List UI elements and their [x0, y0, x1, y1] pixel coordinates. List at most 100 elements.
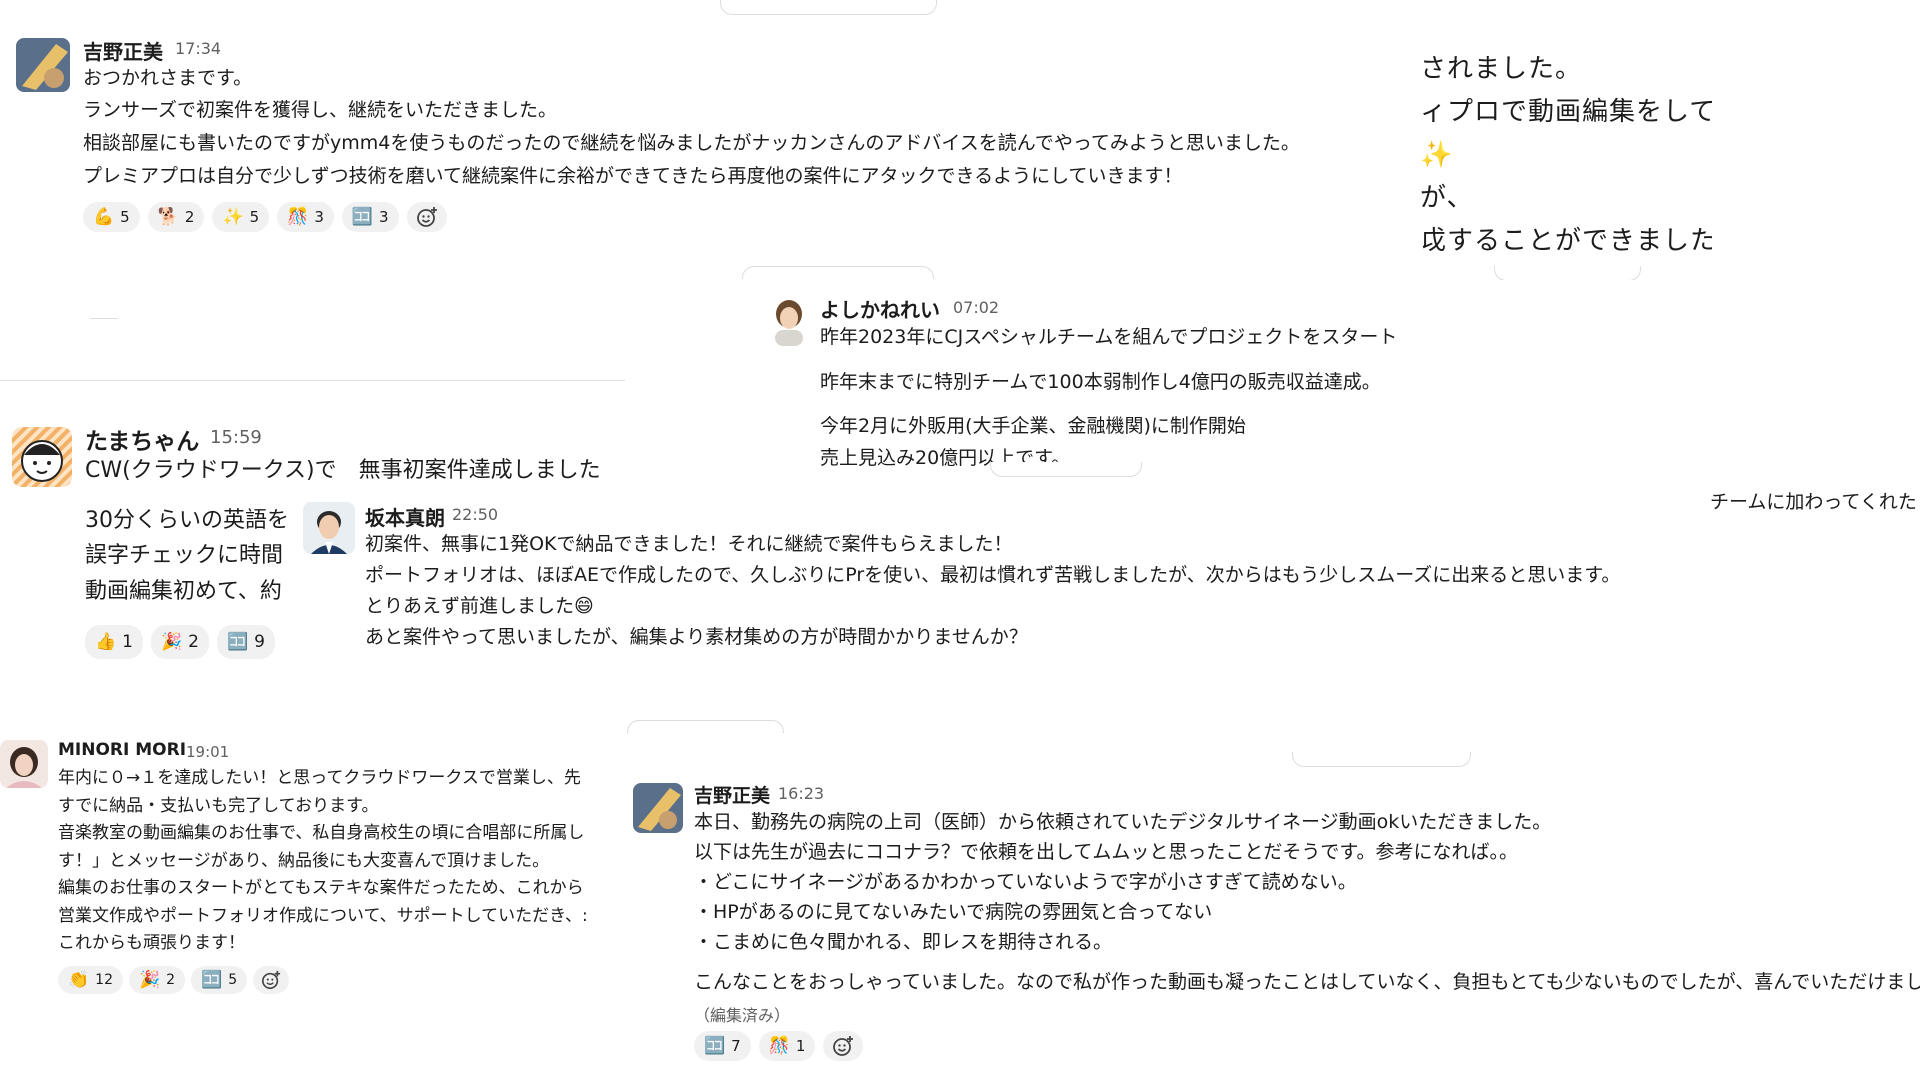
message-line: 今年2月に外販用(大手企業、金融機関)に制作開始 [820, 415, 1246, 437]
message-line: 営業文作成やポートフォリオ作成について、サポートしていただき、: [58, 906, 588, 926]
message-fragment-right: チームに加わってくれた [1700, 488, 1920, 518]
reaction-bar: 👏 12 🎉 2 🈁 5 [58, 966, 290, 994]
reaction-emoji: 👏 [68, 970, 90, 990]
divider [90, 318, 118, 319]
reaction-count: 5 [120, 208, 130, 226]
message-line: あと案件やって思いましたが、編集より素材集めの方が時間かかりませんか？ [365, 626, 1028, 648]
message-separator [990, 462, 1142, 477]
message-line: ・HPがあるのに見てないみたいで病院の雰囲気と合ってない [694, 901, 1213, 923]
message-line: ・こまめに色々聞かれる、即レスを期待される。 [694, 931, 1113, 953]
message-line: 昨年末までに特別チームで100本弱制作し4億円の販売収益達成。 [820, 371, 1381, 393]
add-reaction-button[interactable] [406, 202, 447, 232]
message-line: ポートフォリオは、ほぼAEで作成したので、久しぶりにPrを使い、最初は慣れず苦戦… [365, 564, 1621, 586]
sender-name[interactable]: 坂本真朗 [365, 502, 445, 531]
message-line: とりあえず前進しました😄 [365, 595, 594, 617]
message-line: 動画編集初めて、約 [85, 579, 282, 604]
reaction-emoji: ✨ [222, 207, 244, 227]
message-line: 昨年2023年にCJスペシャルチームを組んでプロジェクトをスタート [820, 326, 1398, 348]
reaction-emoji: 🈁 [704, 1036, 726, 1056]
divider [0, 380, 625, 381]
timestamp[interactable]: 16:23 [778, 784, 824, 803]
reaction-pill[interactable]: 🈁 5 [191, 966, 248, 994]
message-line: 本日、勤務先の病院の上司（医師）から依頼されていたデジタルサイネージ動画okいた… [694, 811, 1552, 833]
reaction-emoji: 🈁 [351, 207, 374, 227]
reaction-count: 3 [314, 208, 324, 226]
avatar[interactable] [12, 427, 72, 487]
message-minori-1901: MINORI MORI 19:01 年内に０→１を達成したい！と思ってクラウドワ… [0, 730, 612, 1020]
timestamp[interactable]: 22:50 [452, 505, 498, 524]
message-fragment-top-right: されました。 ィプロで動画編集をして、 ✨ が、 戉することができました。 [1412, 30, 1712, 280]
reaction-pill[interactable]: 🐕 2 [147, 202, 205, 232]
avatar-image [303, 502, 355, 554]
sender-name[interactable]: たまちゃん [85, 422, 199, 456]
add-reaction-icon [262, 970, 281, 989]
reaction-emoji: 👍 [95, 632, 117, 652]
reaction-count: 9 [254, 632, 265, 652]
message-line: が、 [1420, 183, 1474, 213]
timestamp[interactable]: 07:02 [953, 298, 999, 317]
message-line: 戉することができました。 [1420, 226, 1712, 256]
avatar[interactable] [16, 38, 70, 92]
reaction-emoji: 🈁 [201, 970, 223, 990]
message-line: 音楽教室の動画編集のお仕事で、私自身高校生の頃に合唱部に所属し [58, 823, 585, 843]
message-line: プレミアプロは自分で少しずつ技術を磨いて継続案件に余裕ができてきたら再度他の案件… [83, 165, 1183, 187]
sender-name[interactable]: よしかねれい [820, 294, 940, 323]
message-line: ✨ [1420, 140, 1454, 170]
add-reaction-button[interactable] [253, 966, 290, 994]
timestamp[interactable]: 17:34 [175, 39, 221, 58]
message-line: チームに加わってくれた [1710, 491, 1917, 513]
reaction-emoji: 🐕 [157, 207, 179, 227]
reaction-pill[interactable]: 🈁 7 [694, 1031, 751, 1061]
reaction-count: 3 [379, 208, 389, 226]
timestamp[interactable]: 19:01 [186, 743, 229, 761]
avatar[interactable] [303, 502, 355, 554]
message-line: 誤字チェックに時間 [85, 543, 284, 568]
reaction-count: 7 [731, 1037, 741, 1055]
message-line: ィプロで動画編集をして、 [1420, 97, 1712, 127]
reaction-pill[interactable]: 👍 1 [85, 625, 143, 659]
avatar[interactable] [0, 740, 48, 788]
message-line-clip: CW(クラウドワークス)で 無事初案件達成しました [85, 458, 615, 480]
add-reaction-button[interactable] [823, 1031, 864, 1061]
avatar[interactable] [633, 783, 683, 833]
message-line: これからも頑張ります！ [58, 933, 245, 953]
message-yoshino-1734: 吉野正美 17:34 おつかれさまです。 ランサーズで初案件を獲得し、継続をいた… [0, 0, 1410, 240]
reaction-bar: 💪 5 🐕 2 ✨ 5 🎊 3 🈁 3 [83, 202, 447, 232]
reaction-pill[interactable]: 🎉 2 [151, 625, 209, 659]
sender-name[interactable]: 吉野正美 [694, 781, 770, 808]
message-line: ランサーズで初案件を獲得し、継続をいただきました。 [83, 99, 558, 121]
avatar-image [16, 38, 70, 92]
reaction-pill[interactable]: 🈁 3 [341, 202, 399, 232]
edited-label: （編集済み） [694, 1006, 791, 1025]
reaction-pill[interactable]: 💪 5 [83, 202, 140, 232]
message-line: ・どこにサイネージがあるかわかっていないようで字が小さすぎて読めない。 [694, 871, 1357, 893]
message-separator [1494, 266, 1641, 280]
reaction-count: 5 [228, 972, 238, 988]
reaction-emoji: 🎉 [161, 632, 183, 652]
reaction-pill[interactable]: 🈁 9 [217, 625, 275, 659]
reaction-count: 1 [122, 632, 133, 652]
reaction-count: 2 [166, 972, 176, 988]
avatar[interactable] [765, 294, 815, 346]
message-line: 以下は先生が過去にココナラ？で依頼を出してムムッと思ったことだそうです。参考にな… [694, 841, 1519, 863]
avatar-image [0, 740, 48, 788]
message-line: CW(クラウドワークス)で 無事初案件達成しました [85, 458, 601, 480]
reaction-pill[interactable]: 🎊 3 [277, 202, 334, 232]
reaction-count: 5 [249, 208, 260, 226]
message-separator [720, 0, 937, 15]
message-line: されました。 [1420, 54, 1583, 84]
reaction-bar: 👍 1 🎉 2 🈁 9 [85, 625, 275, 659]
message-line: すでに納品・支払いも完了しております。 [58, 796, 379, 816]
reaction-pill[interactable]: 🎉 2 [129, 966, 186, 994]
message-line: 初案件、無事に1発OKで納品できました！それに継続で案件もらえました！ [365, 533, 1013, 555]
reaction-pill[interactable]: 🎊 1 [758, 1031, 816, 1061]
reaction-pill[interactable]: ✨ 5 [212, 202, 270, 232]
timestamp[interactable]: 15:59 [210, 427, 262, 448]
sender-name[interactable]: 吉野正美 [83, 36, 163, 65]
sender-name[interactable]: MINORI MORI [58, 740, 186, 760]
message-separator [1292, 752, 1471, 767]
message-sakamoto-2250: 坂本真朗 22:50 初案件、無事に1発OKで納品できました！それに継続で案件も… [295, 490, 1675, 665]
reaction-pill[interactable]: 👏 12 [58, 966, 123, 994]
reaction-emoji: 🈁 [227, 632, 249, 652]
reaction-emoji: 🎊 [287, 207, 309, 227]
